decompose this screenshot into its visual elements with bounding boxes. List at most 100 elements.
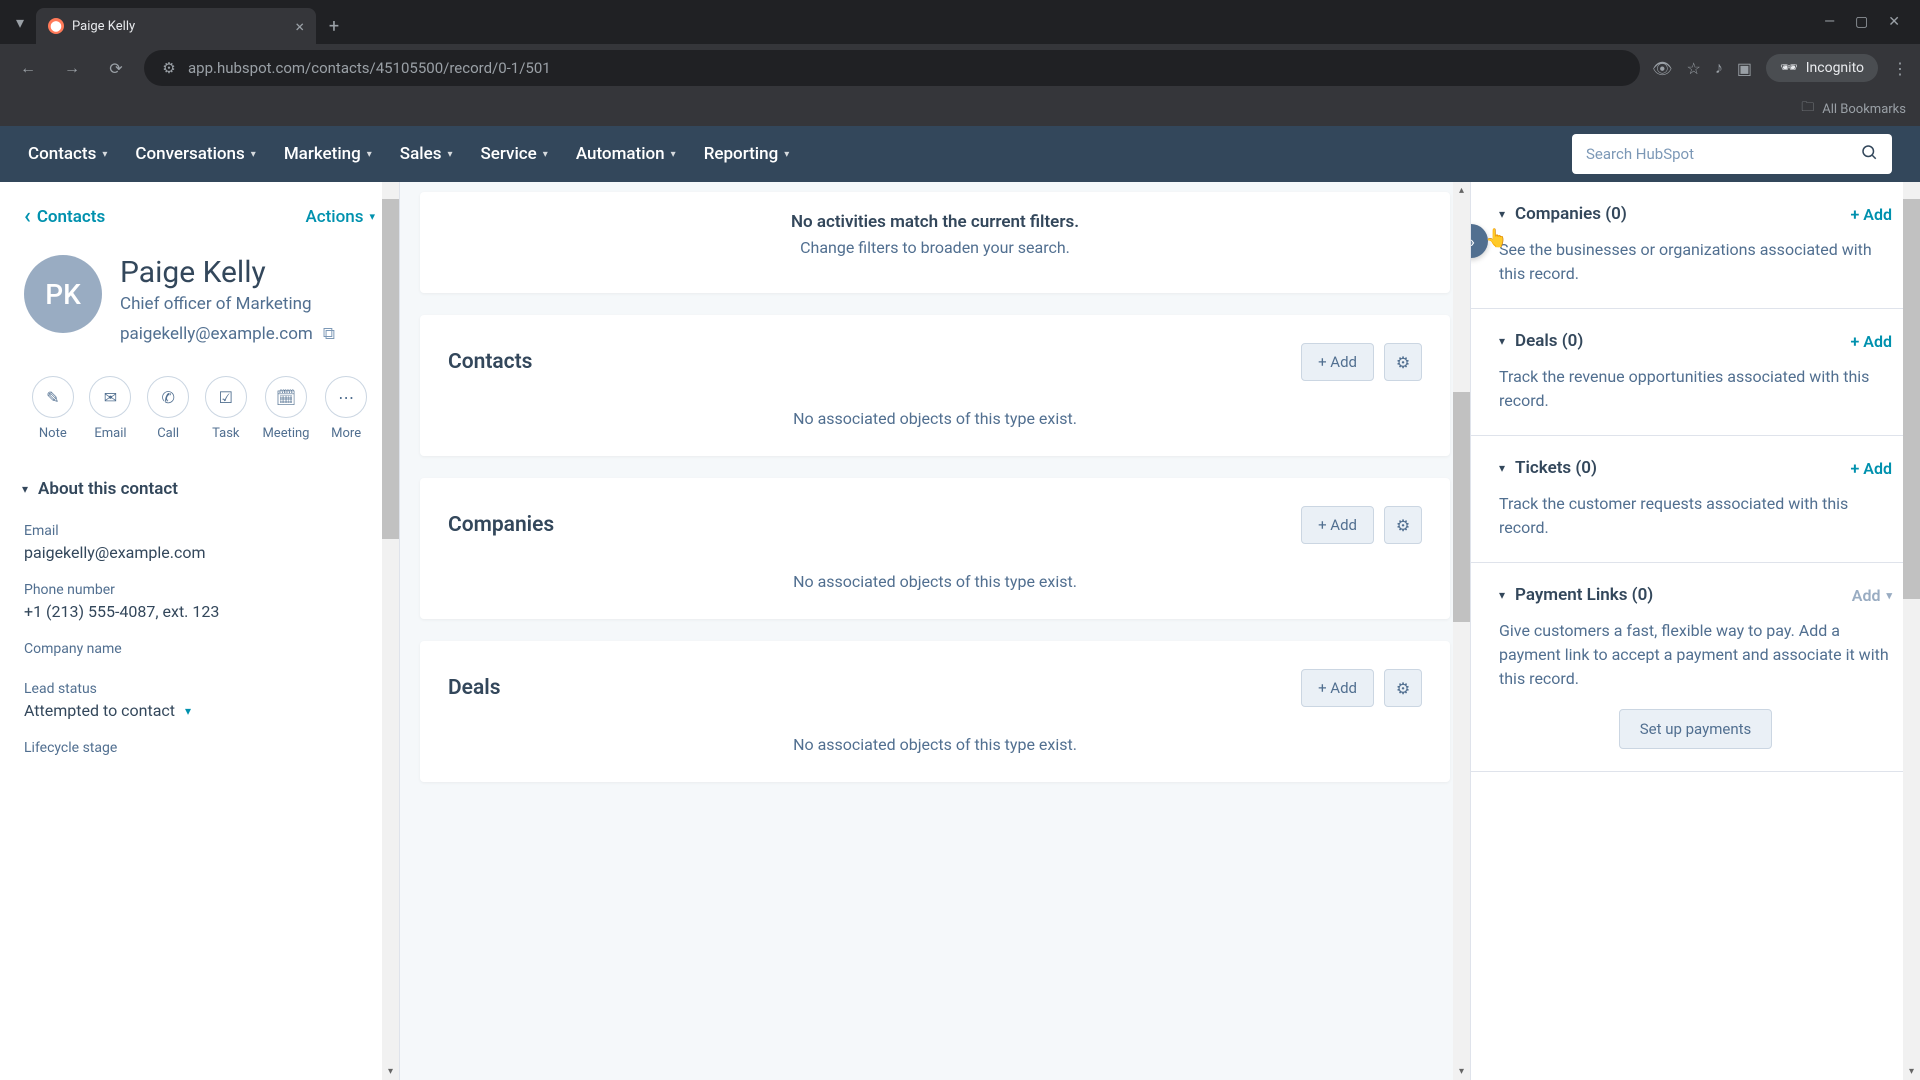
about-section-header[interactable]: About this contact xyxy=(0,465,399,513)
payments-desc: Give customers a fast, flexible way to p… xyxy=(1499,619,1892,691)
tab-bar: ▾ ⬤ Paige Kelly × + — ▢ ✕ xyxy=(0,0,1920,44)
app-header: Contacts Conversations Marketing Sales Servi… xyxy=(0,126,1920,182)
left-panel: Contacts Actions PK Paige Kelly Chief of… xyxy=(0,182,400,1080)
site-settings-icon[interactable]: ⚙ xyxy=(160,59,178,77)
url-bar[interactable]: ⚙ app.hubspot.com/contacts/45105500/reco… xyxy=(144,50,1640,86)
companies-settings-button[interactable]: ⚙ xyxy=(1384,506,1422,544)
reload-button[interactable]: ⟳ xyxy=(100,52,132,84)
deals-section: Deals (0) + Add Track the revenue opport… xyxy=(1471,309,1920,436)
deals-desc: Track the revenue opportunities associat… xyxy=(1499,365,1892,413)
add-ticket-link[interactable]: + Add xyxy=(1851,459,1892,478)
more-action[interactable]: ⋯More xyxy=(325,376,367,441)
nav-service[interactable]: Service xyxy=(480,144,547,164)
right-panel: » 👆 Companies (0) + Add See the business… xyxy=(1470,182,1920,1080)
note-icon: ✎ xyxy=(32,376,74,418)
setup-payments-button[interactable]: Set up payments xyxy=(1619,709,1773,749)
nav-marketing[interactable]: Marketing xyxy=(284,144,372,164)
deals-settings-button[interactable]: ⚙ xyxy=(1384,669,1422,707)
add-payment-dropdown[interactable]: Add xyxy=(1852,586,1892,605)
companies-header[interactable]: Companies (0) xyxy=(1499,204,1627,224)
minimize-button[interactable]: — xyxy=(1824,14,1835,30)
phone-field-value[interactable]: +1 (213) 555-4087, ext. 123 xyxy=(24,602,375,621)
actions-dropdown[interactable]: Actions xyxy=(305,207,375,227)
phone-field-label: Phone number xyxy=(24,582,375,598)
call-action[interactable]: ✆Call xyxy=(147,376,189,441)
forward-button[interactable]: → xyxy=(56,52,88,84)
new-tab-button[interactable]: + xyxy=(320,12,348,40)
deals-empty-text: No associated objects of this type exist… xyxy=(448,735,1422,754)
back-button[interactable]: ← xyxy=(12,52,44,84)
close-icon[interactable]: × xyxy=(295,17,304,36)
companies-card: Companies + Add ⚙ No associated objects … xyxy=(420,478,1450,619)
browser-nav-bar: ← → ⟳ ⚙ app.hubspot.com/contacts/4510550… xyxy=(0,44,1920,92)
media-control-icon[interactable]: ♪ xyxy=(1715,58,1723,78)
lead-status-dropdown[interactable]: Attempted to contact xyxy=(24,701,375,720)
center-scrollbar[interactable]: ▴ ▾ xyxy=(1453,182,1470,1080)
lifecycle-label: Lifecycle stage xyxy=(24,740,375,756)
nav-reporting[interactable]: Reporting xyxy=(704,144,790,164)
companies-card-title: Companies xyxy=(448,513,554,537)
url-text: app.hubspot.com/contacts/45105500/record… xyxy=(188,59,551,77)
add-deals-button[interactable]: + Add xyxy=(1301,669,1374,707)
contact-name: Paige Kelly xyxy=(120,255,335,290)
activities-empty-title: No activities match the current filters. xyxy=(440,212,1430,232)
email-action[interactable]: ✉Email xyxy=(89,376,131,441)
contacts-card: Contacts + Add ⚙ No associated objects o… xyxy=(420,315,1450,456)
side-panel-icon[interactable]: ▣ xyxy=(1737,59,1752,78)
more-icon: ⋯ xyxy=(325,376,367,418)
contact-email: paigekelly@example.com ⧉ xyxy=(120,324,335,344)
contacts-empty-text: No associated objects of this type exist… xyxy=(448,409,1422,428)
note-action[interactable]: ✎Note xyxy=(32,376,74,441)
contacts-settings-button[interactable]: ⚙ xyxy=(1384,343,1422,381)
deals-header[interactable]: Deals (0) xyxy=(1499,331,1583,351)
tickets-header[interactable]: Tickets (0) xyxy=(1499,458,1597,478)
folder-icon: 🗀 xyxy=(1801,98,1814,120)
email-icon: ✉ xyxy=(89,376,131,418)
nav-automation[interactable]: Automation xyxy=(576,144,676,164)
eye-off-icon[interactable]: 👁 xyxy=(1652,59,1672,78)
payment-links-section: Payment Links (0) Add Give customers a f… xyxy=(1471,563,1920,772)
browser-tab[interactable]: ⬤ Paige Kelly × xyxy=(36,8,316,44)
tickets-desc: Track the customer requests associated w… xyxy=(1499,492,1892,540)
bookmarks-bar: 🗀 All Bookmarks xyxy=(0,92,1920,126)
incognito-icon: 🕶 xyxy=(1780,60,1798,76)
contacts-card-title: Contacts xyxy=(448,350,532,374)
payments-header[interactable]: Payment Links (0) xyxy=(1499,585,1653,605)
email-field-label: Email xyxy=(24,523,375,539)
search-input[interactable] xyxy=(1586,145,1860,163)
add-company-link[interactable]: + Add xyxy=(1851,205,1892,224)
browser-chrome: ▾ ⬤ Paige Kelly × + — ▢ ✕ ← → ⟳ ⚙ app.hu… xyxy=(0,0,1920,126)
nav-contacts[interactable]: Contacts xyxy=(28,144,107,164)
avatar: PK xyxy=(24,255,102,333)
all-bookmarks-link[interactable]: All Bookmarks xyxy=(1822,102,1906,117)
copy-icon[interactable]: ⧉ xyxy=(323,324,335,344)
right-scrollbar[interactable]: ▾ xyxy=(1903,182,1920,1080)
add-contacts-button[interactable]: + Add xyxy=(1301,343,1374,381)
companies-desc: See the businesses or organizations asso… xyxy=(1499,238,1892,286)
search-icon[interactable] xyxy=(1860,143,1878,165)
close-window-button[interactable]: ✕ xyxy=(1888,14,1900,30)
email-field-value[interactable]: paigekelly@example.com xyxy=(24,543,375,562)
add-deal-link[interactable]: + Add xyxy=(1851,332,1892,351)
add-companies-button[interactable]: + Add xyxy=(1301,506,1374,544)
maximize-button[interactable]: ▢ xyxy=(1855,14,1868,30)
activities-empty-subtitle: Change filters to broaden your search. xyxy=(440,238,1430,257)
task-action[interactable]: ☑Task xyxy=(205,376,247,441)
tab-title: Paige Kelly xyxy=(72,19,135,34)
browser-menu-icon[interactable]: ⋮ xyxy=(1892,59,1908,78)
bookmark-star-icon[interactable]: ☆ xyxy=(1686,59,1700,78)
deals-card: Deals + Add ⚙ No associated objects of t… xyxy=(420,641,1450,782)
tickets-section: Tickets (0) + Add Track the customer req… xyxy=(1471,436,1920,563)
call-icon: ✆ xyxy=(147,376,189,418)
meeting-action[interactable]: 🗓Meeting xyxy=(262,376,309,441)
incognito-badge[interactable]: 🕶 Incognito xyxy=(1766,54,1878,82)
deals-card-title: Deals xyxy=(448,676,501,700)
search-box[interactable] xyxy=(1572,134,1892,174)
nav-conversations[interactable]: Conversations xyxy=(135,144,255,164)
lead-status-label: Lead status xyxy=(24,681,375,697)
nav-sales[interactable]: Sales xyxy=(400,144,453,164)
companies-empty-text: No associated objects of this type exist… xyxy=(448,572,1422,591)
left-scrollbar[interactable]: ▾ xyxy=(382,182,399,1080)
back-to-contacts-link[interactable]: Contacts xyxy=(24,204,105,229)
tab-list-dropdown[interactable]: ▾ xyxy=(8,10,32,34)
